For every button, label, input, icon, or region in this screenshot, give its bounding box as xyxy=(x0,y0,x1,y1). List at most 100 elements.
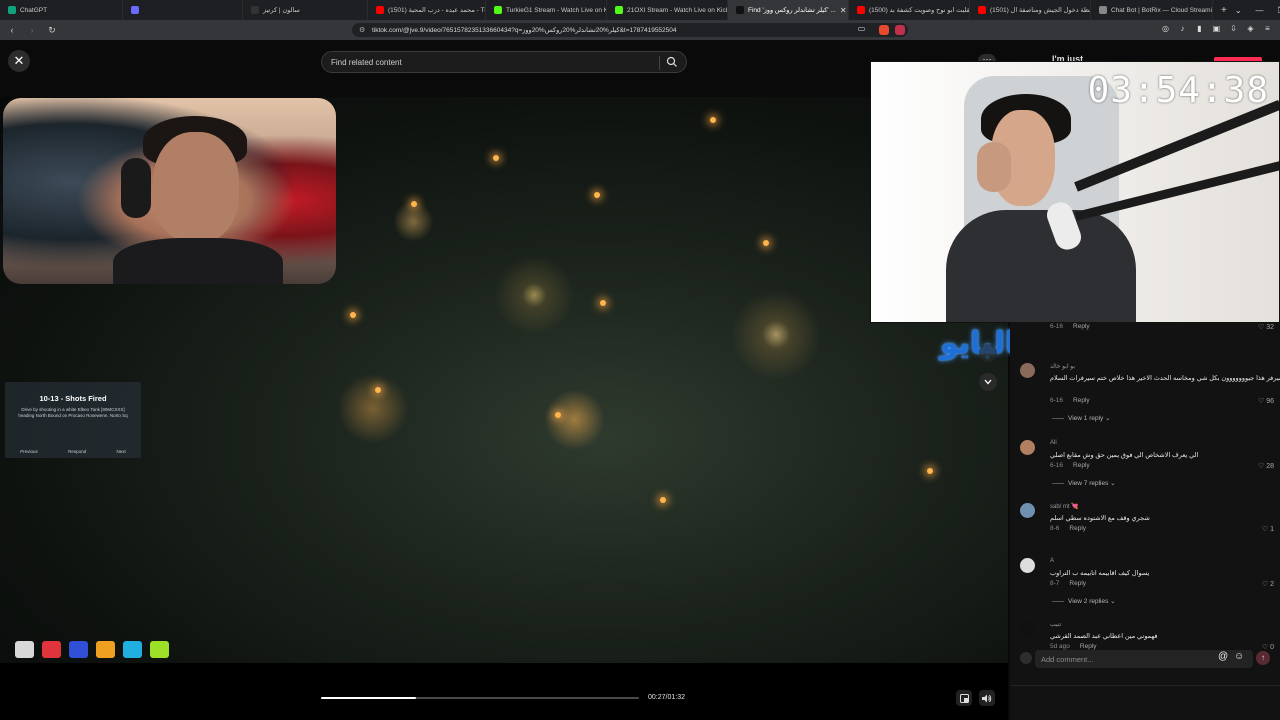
menu-icon[interactable]: ≡ xyxy=(1263,24,1272,34)
like-button[interactable]: ♡ 32 xyxy=(1258,323,1274,331)
comment-text: يسوال كيف اقابيمه اتابيمه ب التراوب xyxy=(1050,570,1150,577)
wallet-icon[interactable]: ▣ xyxy=(1212,24,1221,34)
mention-icon[interactable]: @ xyxy=(1218,651,1228,662)
volume-button[interactable] xyxy=(979,690,995,706)
pip-button[interactable] xyxy=(956,690,972,706)
like-button[interactable]: ♡ 96 xyxy=(1258,397,1274,405)
browser-tab[interactable]: Chat Bot | BotRix — Cloud Streaming... xyxy=(1091,0,1213,20)
emoji-icon[interactable]: ☺ xyxy=(1234,651,1244,662)
comment-avatar[interactable] xyxy=(1020,503,1035,518)
install-app-icon[interactable]: ▭ xyxy=(857,24,866,34)
stream-timer: 03:54:38 xyxy=(1087,70,1269,111)
close-tab-icon[interactable]: ✕ xyxy=(840,6,847,15)
view-replies-button[interactable]: View 1 reply ⌄ xyxy=(1052,414,1111,422)
progress-bar[interactable] xyxy=(321,697,639,699)
post-comment-button[interactable]: ↑ xyxy=(1256,651,1270,665)
new-tab-button[interactable]: + xyxy=(1213,5,1235,16)
reload-icon[interactable]: ↻ xyxy=(46,25,58,36)
chevron-down-icon: ⌄ xyxy=(1103,415,1111,422)
tab-strip: ChatGPT سالون | كرتيز (1501) محمد عبده - د… xyxy=(0,0,1213,20)
browser-tab[interactable]: ChatGPT xyxy=(0,0,123,20)
view-replies-button[interactable]: View 2 replies ⌄ xyxy=(1052,597,1116,605)
sidebar-icon[interactable]: ▮ xyxy=(1195,24,1204,34)
previous-video-button[interactable] xyxy=(979,344,997,362)
comment-text: الي يعرف الاشخاص الي فوق يمين حق وش مقاب… xyxy=(1050,452,1199,459)
player-controls xyxy=(0,663,1008,720)
browser-tab[interactable]: Find 'كيلر تشاندلر روكس ووز' ... ✕ xyxy=(728,0,849,20)
browser-tab[interactable]: (1501) لحظة دخول الجيش ومناصفة ال... xyxy=(970,0,1091,20)
like-count: 28 xyxy=(1266,463,1274,470)
site-info-icon[interactable]: ⚙ xyxy=(359,26,365,34)
comment-avatar[interactable] xyxy=(1020,621,1035,636)
search-placeholder: Find related content xyxy=(331,57,402,67)
webcam-body xyxy=(946,210,1136,322)
video-light xyxy=(600,300,606,306)
browser-tab[interactable] xyxy=(123,0,243,20)
comment-avatar[interactable] xyxy=(1020,558,1035,573)
browser-tab[interactable]: (1501) محمد عبده - درب المحبة - Tube xyxy=(368,0,486,20)
browser-tab[interactable]: TurkieG1 Stream - Watch Live on Kick xyxy=(486,0,607,20)
brave-shield-icon[interactable] xyxy=(879,25,889,35)
comment-date: 8-6 xyxy=(1050,525,1060,532)
tab-label: TurkieG1 Stream - Watch Live on Kick xyxy=(506,6,607,14)
music-icon[interactable]: ♪ xyxy=(1178,24,1187,34)
tab-label: Find 'كيلر تشاندلر روكس ووز' ... xyxy=(748,7,836,14)
like-count: 1 xyxy=(1270,526,1274,533)
dispatch-next: Next xyxy=(116,449,126,454)
volume-icon xyxy=(982,694,992,702)
search-related-input[interactable]: Find related content xyxy=(321,51,687,73)
comment-date: 6-16 xyxy=(1050,323,1064,330)
like-button[interactable]: ♡ 0 xyxy=(1262,643,1274,651)
chat-extension-icon[interactable]: ◎ xyxy=(1161,24,1170,34)
picture-in-picture-icon xyxy=(959,693,969,703)
reply-button[interactable]: Reply xyxy=(1073,462,1090,469)
comment-date: 6-16 xyxy=(1050,397,1064,404)
tab-label: (1501) محمد عبده - درب المحبة - Tube xyxy=(388,7,485,14)
video-light xyxy=(375,387,381,393)
reply-button[interactable]: Reply xyxy=(1073,323,1090,330)
comment-avatar[interactable] xyxy=(1020,363,1035,378)
reply-button[interactable]: Reply xyxy=(1073,397,1090,404)
browser-tab[interactable]: (1500) مقلبت ابو نوح وصويت كشفة بد... xyxy=(849,0,970,20)
comments-panel: 6-16 Reply ♡ 32 بو ابو خالد هالسيرفر هذا جيو… xyxy=(1010,323,1280,685)
close-video-button[interactable]: ✕ xyxy=(8,50,30,72)
next-video-button[interactable] xyxy=(979,373,997,391)
forward-icon[interactable]: › xyxy=(26,25,38,35)
view-replies-button[interactable]: View 7 replies ⌄ xyxy=(1052,479,1116,487)
back-icon[interactable]: ‹ xyxy=(6,25,18,35)
comment-item: Ali الي يعرف الاشخاص الي فوق يمين حق وش م… xyxy=(1020,440,1274,510)
browser-tab[interactable]: سالون | كرتيز xyxy=(243,0,368,20)
chevron-down-icon: ⌄ xyxy=(1108,598,1116,605)
tab-search-icon[interactable]: ⌄ xyxy=(1235,6,1242,15)
reply-button[interactable]: Reply xyxy=(1069,580,1086,587)
comment-meta: 5d ago Reply xyxy=(1050,643,1097,650)
search-icon[interactable] xyxy=(666,56,678,68)
comment-text: هالسيرفر هذا جيووووووون بكل شي ومخاسه ال… xyxy=(1050,375,1280,382)
rewards-icon[interactable] xyxy=(895,25,905,35)
address-bar[interactable]: ⚙ tiktok.com/@jve.9/video/76515782351336… xyxy=(352,23,908,37)
vpn-icon[interactable]: ◈ xyxy=(1246,24,1255,34)
comment-username[interactable]: sab/ mt 💘 xyxy=(1050,503,1079,510)
like-button[interactable]: ♡ 28 xyxy=(1258,462,1274,470)
reply-button[interactable]: Reply xyxy=(1080,643,1097,650)
comment-username[interactable]: تنيب xyxy=(1050,621,1061,628)
minimize-icon[interactable]: — xyxy=(1256,6,1264,15)
comment-username[interactable]: A xyxy=(1050,558,1054,564)
heart-icon: ♡ xyxy=(1261,581,1271,588)
like-button[interactable]: ♡ 1 xyxy=(1262,525,1274,533)
dispatch-previous: Previous xyxy=(20,449,38,454)
comment-date: 5d ago xyxy=(1050,643,1070,650)
video-light xyxy=(493,155,499,161)
video-light xyxy=(350,312,356,318)
streamer-webcam-left xyxy=(3,98,336,284)
comment-avatar[interactable] xyxy=(1020,440,1035,455)
like-button[interactable]: ♡ 2 xyxy=(1262,580,1274,588)
webcam-hand xyxy=(977,142,1011,192)
tab-label: سالون | كرتيز xyxy=(263,7,300,14)
browser-tab[interactable]: 21OXI Stream - Watch Live on Kick xyxy=(607,0,728,20)
downloads-icon[interactable]: ⇩ xyxy=(1229,24,1238,34)
comment-username[interactable]: بو ابو خالد xyxy=(1050,363,1075,370)
comment-username[interactable]: Ali xyxy=(1050,440,1057,446)
like-count: 32 xyxy=(1266,324,1274,331)
reply-button[interactable]: Reply xyxy=(1069,525,1086,532)
